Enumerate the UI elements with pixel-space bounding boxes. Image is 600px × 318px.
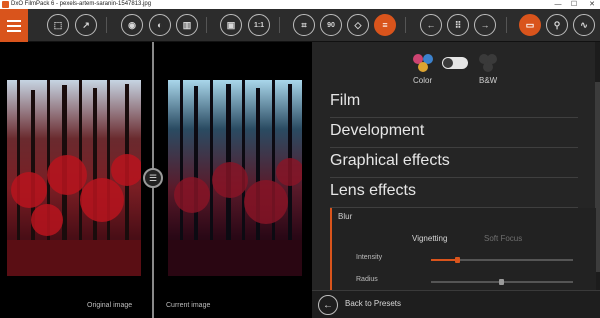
grid-view-button[interactable]: ⠿ [447, 14, 469, 36]
close-button[interactable]: ✕ [586, 0, 598, 9]
back-to-presets-link[interactable]: Back to Presets [345, 299, 401, 308]
split-handle[interactable]: ☰ [143, 168, 163, 188]
title-bar: DxO FilmPack 6 - pexels-artem-saranin-15… [0, 0, 600, 9]
radius-slider-knob[interactable] [499, 279, 504, 285]
forest-photo-current [168, 80, 302, 276]
color-bw-switch: Color B&W [312, 50, 600, 86]
forest-photo-original [7, 80, 141, 276]
previous-image-button[interactable]: ← [420, 14, 442, 36]
section-film[interactable]: Film [330, 92, 578, 118]
toolbar-divider [206, 17, 207, 33]
bw-label: B&W [479, 76, 498, 85]
adjustments-button[interactable]: ≡ [374, 14, 396, 36]
menu-button[interactable] [0, 9, 28, 42]
blur-subsection-header[interactable]: Blur [338, 212, 352, 221]
image-viewer[interactable]: ☰ Original image Current image [0, 42, 312, 318]
intensity-label: Intensity [356, 254, 383, 261]
current-image [168, 80, 302, 276]
app-logo-icon [2, 1, 9, 8]
lens-effects-content: Blur Vignetting Soft Focus Intensity Rad… [330, 208, 596, 290]
intensity-slider[interactable] [431, 257, 573, 263]
monitor-view-button[interactable]: ▭ [519, 14, 541, 36]
settings-panel: Color B&W Film Development Graphical eff… [312, 42, 600, 318]
original-image [7, 80, 141, 276]
toolbar-divider [279, 17, 280, 33]
original-image-label: Original image [87, 302, 133, 309]
section-lens-effects[interactable]: Lens effects [330, 182, 578, 208]
window-title: DxO FilmPack 6 - pexels-artem-saranin-15… [11, 1, 152, 7]
histogram-button[interactable]: ∿ [573, 14, 595, 36]
current-image-label: Current image [166, 302, 211, 309]
tab-soft-focus[interactable]: Soft Focus [484, 234, 522, 243]
section-graphical-effects[interactable]: Graphical effects [330, 152, 578, 178]
zoom-100-button[interactable]: 1:1 [248, 14, 270, 36]
minimize-button[interactable]: — [552, 0, 564, 9]
color-bw-toggle[interactable] [442, 57, 468, 69]
split-view-button[interactable]: ▥ [176, 14, 198, 36]
color-label: Color [413, 76, 433, 85]
crop-button[interactable]: ⌗ [293, 14, 315, 36]
toolbar-divider [106, 17, 107, 33]
import-photo-button[interactable]: ⬚ [47, 14, 69, 36]
maximize-button[interactable]: ☐ [568, 0, 580, 9]
intensity-slider-fill [431, 259, 457, 261]
export-photo-button[interactable]: ↗ [75, 14, 97, 36]
compare-presets-button[interactable]: ◐ [149, 14, 171, 36]
tab-vignetting[interactable]: Vignetting [412, 234, 447, 243]
color-mode-icon[interactable] [413, 54, 435, 74]
loupe-button[interactable]: ⚲ [546, 14, 568, 36]
menu-icon [7, 19, 21, 22]
bw-mode-icon[interactable] [479, 54, 499, 74]
toolbar-divider [506, 17, 507, 33]
rotate-90-button[interactable]: 90 [320, 14, 342, 36]
main-toolbar: ⬚ ↗ ◉ ◐ ▥ ▣ 1:1 ⌗ 90 ◇ ≡ ← ⠿ → ▭ ⚲ ∿ [0, 9, 600, 42]
fit-to-screen-button[interactable]: ▣ [220, 14, 242, 36]
back-arrow-icon[interactable]: ← [318, 295, 338, 315]
section-development[interactable]: Development [330, 122, 578, 148]
intensity-slider-knob[interactable] [455, 257, 460, 263]
toolbar-divider [405, 17, 406, 33]
preview-eye-button[interactable]: ◉ [121, 14, 143, 36]
bottom-bar: ← Back to Presets [312, 290, 600, 318]
radius-slider[interactable] [431, 279, 573, 285]
straighten-button[interactable]: ◇ [347, 14, 369, 36]
radius-label: Radius [356, 276, 378, 283]
next-image-button[interactable]: → [474, 14, 496, 36]
